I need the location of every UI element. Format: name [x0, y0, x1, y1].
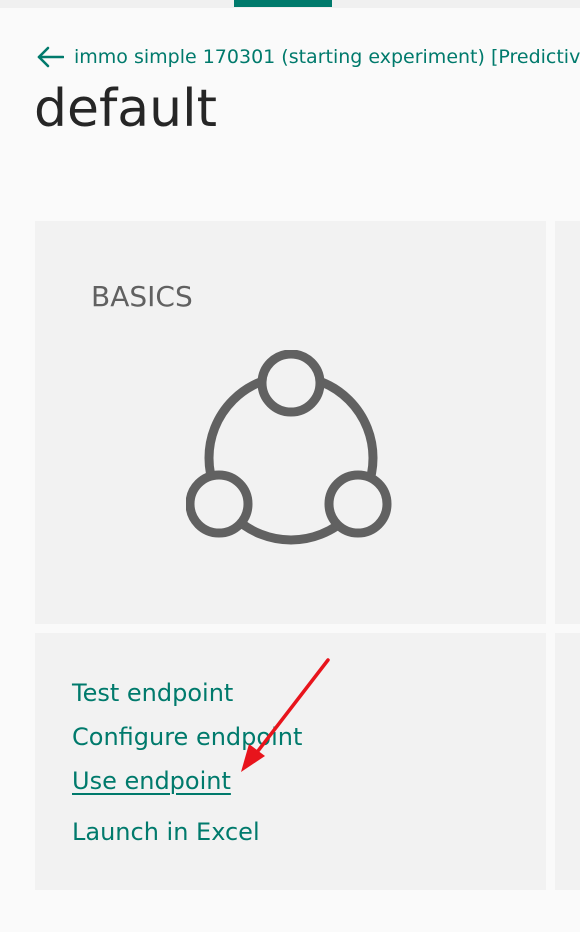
launch-in-excel-link[interactable]: Launch in Excel — [72, 816, 260, 848]
connected-nodes-icon — [186, 350, 392, 545]
adjacent-tile-lower — [555, 633, 580, 890]
basics-tile: BASICS — [35, 221, 546, 624]
adjacent-tile — [555, 221, 580, 624]
configure-endpoint-link[interactable]: Configure endpoint — [72, 721, 302, 753]
active-tab-indicator — [234, 0, 332, 7]
use-endpoint-link[interactable]: Use endpoint — [72, 765, 231, 797]
breadcrumb-label[interactable]: immo simple 170301 (starting experiment)… — [74, 41, 580, 73]
basics-heading: BASICS — [91, 280, 193, 313]
breadcrumb[interactable]: immo simple 170301 (starting experiment)… — [36, 41, 580, 73]
page-title: default — [34, 79, 217, 139]
endpoint-actions-tile: Test endpoint Configure endpoint Use end… — [35, 633, 546, 890]
arrow-left-icon[interactable] — [36, 46, 64, 68]
test-endpoint-link[interactable]: Test endpoint — [72, 677, 233, 709]
